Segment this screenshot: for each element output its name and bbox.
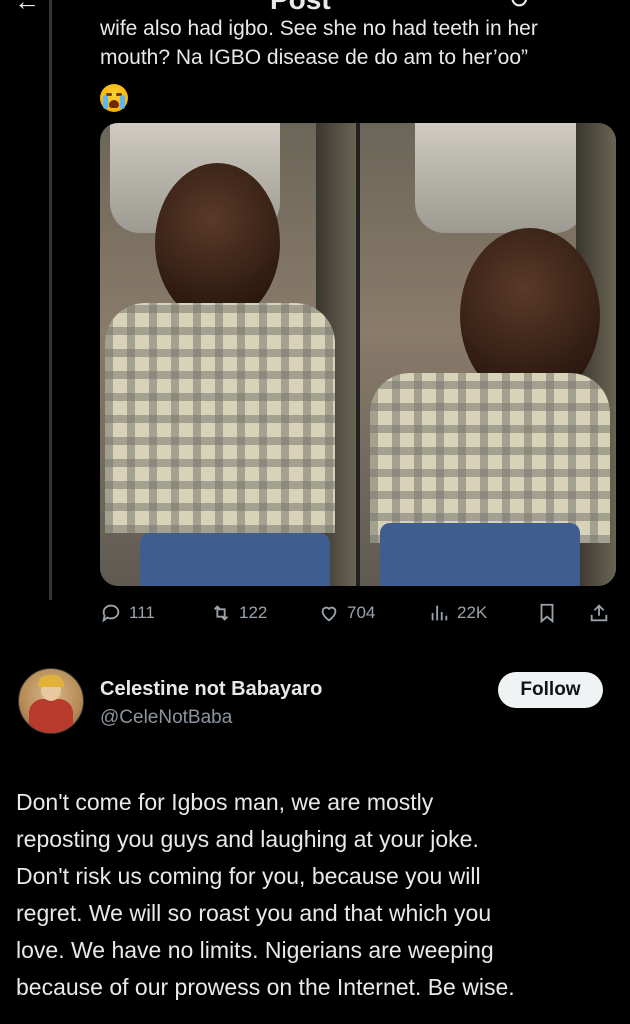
heart-icon (321, 606, 337, 622)
refresh-icon[interactable]: ↻ (508, 0, 530, 14)
avatar[interactable] (18, 668, 84, 734)
repost-icon (213, 605, 229, 621)
bookmark-button[interactable] (536, 598, 558, 628)
back-arrow-icon[interactable]: ← (14, 0, 40, 14)
media-photo-laughing-boy[interactable] (360, 123, 616, 586)
repost-button[interactable]: 122 (210, 598, 267, 628)
like-count: 704 (347, 603, 376, 622)
views-bar-chart-icon (431, 605, 448, 621)
reply-text-line: love. We have no limits. Nigerians are w… (16, 937, 494, 963)
tweet-text-line: wife also had igbo. See she no had teeth… (100, 17, 538, 40)
views-button[interactable]: 22K (428, 598, 487, 628)
views-count: 22K (457, 603, 488, 622)
reply-display-name[interactable]: Celestine not Babayaro (100, 678, 322, 701)
reply-handle[interactable]: @CeleNotBaba (100, 707, 232, 729)
reply-text-line: Don't come for Igbos man, we are mostly (16, 789, 434, 815)
reply-text-line: Don't risk us coming for you, because yo… (16, 863, 481, 889)
reply-text-line: reposting you guys and laughing at your … (16, 826, 479, 852)
share-button[interactable] (588, 598, 610, 628)
thread-connector-line (49, 0, 52, 600)
tweet-action-bar: 111 122 704 22K (100, 598, 620, 628)
reply-text-line: because of our prowess on the Internet. … (16, 974, 515, 1000)
repost-count: 122 (239, 603, 268, 622)
bookmark-icon (540, 603, 554, 624)
media-photo-crying-boy[interactable] (100, 123, 356, 586)
reply-text-line: regret. We will so roast you and that wh… (16, 900, 492, 926)
reply-icon (102, 604, 120, 623)
tweet-text: wife also had igbo. See she no had teeth… (100, 14, 620, 72)
like-button[interactable]: 704 (318, 598, 375, 628)
top-bar: ← Post ↻ (0, 0, 630, 14)
tweet-text-line: mouth? Na IGBO disease de do am to her’o… (100, 46, 529, 69)
reply-count: 111 (129, 603, 155, 622)
reply-text: Don't come for Igbos man, we are mostly … (16, 784, 620, 1006)
share-icon (590, 604, 608, 622)
reply-button[interactable]: 111 (100, 598, 155, 628)
follow-button[interactable]: Follow (498, 672, 603, 708)
tweet-media[interactable] (100, 123, 616, 586)
page-title: Post (270, 0, 331, 14)
crying-face-emoji-icon (100, 84, 128, 112)
